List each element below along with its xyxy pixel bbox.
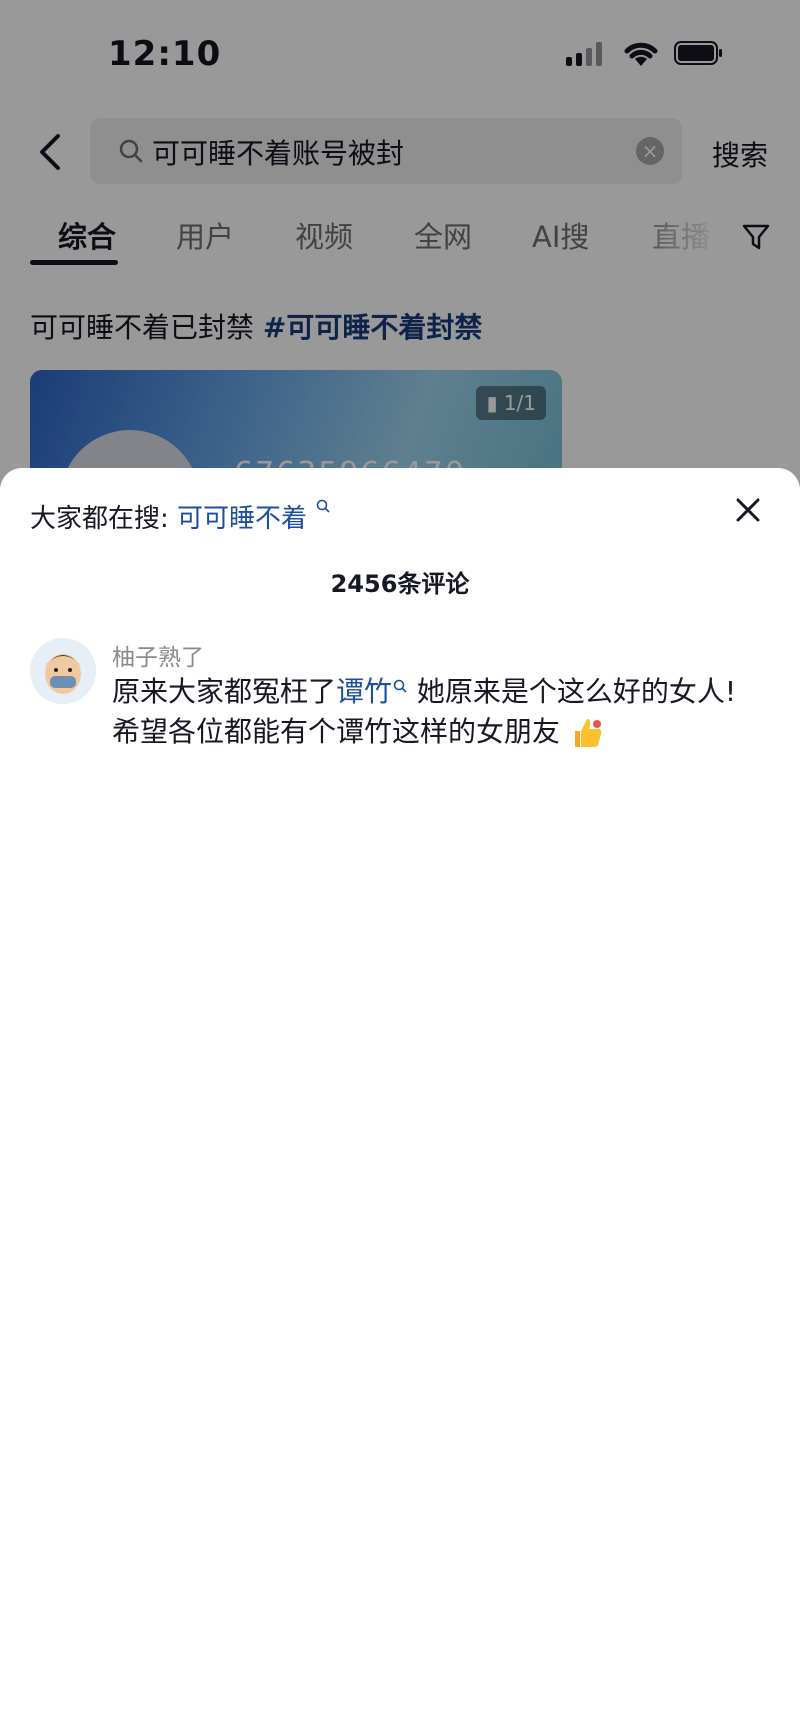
cartoon-avatar-icon (30, 638, 96, 704)
comment-sheet: 大家都在搜: 可可睡不着 2456条评论 柚子熟了 原来大家都冤枉了谭竹 她原来… (0, 468, 800, 1736)
close-icon[interactable] (732, 494, 764, 526)
app-screen: 12:10 可可睡不着账号被封 × 搜索 综合 用户 视频 全网 AI搜 可可睡… (0, 0, 800, 1736)
comment-keyword-link[interactable]: 谭竹 (336, 675, 392, 708)
thumbs-up-icon (574, 719, 602, 747)
hot-search-row: 大家都在搜: 可可睡不着 (30, 498, 331, 535)
comment-text: 原来大家都冤枉了谭竹 她原来是个这么好的女人!希望各位都能有个谭竹这样的女朋友 (112, 672, 752, 752)
search-icon (317, 499, 330, 513)
search-icon (393, 679, 407, 693)
comment-count: 2456条评论 (330, 570, 470, 598)
avatar[interactable] (30, 638, 96, 704)
comment-username[interactable]: 柚子熟了 (112, 638, 204, 672)
hot-search-keyword[interactable]: 可可睡不着 (177, 504, 307, 534)
